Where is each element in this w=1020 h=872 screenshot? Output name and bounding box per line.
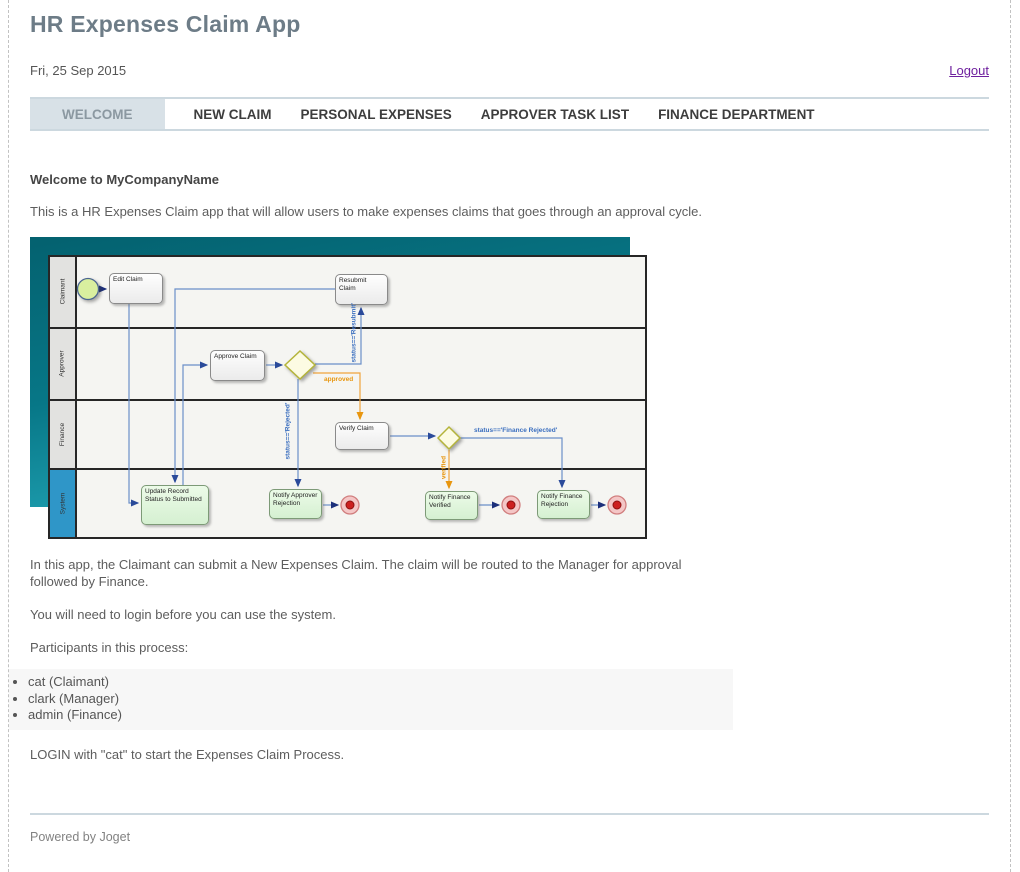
- task-verify-claim: Verify Claim: [335, 422, 389, 450]
- flow-label-status-rejected: status=='Rejected': [285, 404, 292, 460]
- intro-paragraph: This is a HR Expenses Claim app that wil…: [30, 203, 989, 220]
- meta-row: Fri, 25 Sep 2015 Logout: [30, 63, 989, 78]
- tab-approver-task-list[interactable]: APPROVER TASK LIST: [481, 99, 629, 129]
- flow-label-verified: verified: [441, 453, 448, 483]
- gateway-finance: [438, 427, 460, 449]
- gateway-approver: [285, 351, 315, 379]
- welcome-heading: Welcome to MyCompanyName: [30, 172, 989, 187]
- page-title: HR Expenses Claim App: [30, 0, 989, 38]
- participant-cat: cat (Claimant): [28, 674, 733, 691]
- process-diagram: Claimant Approver Finance System: [30, 237, 652, 540]
- end-event-3: [608, 496, 626, 514]
- end-event-2: [502, 496, 520, 514]
- participants-list: cat (Claimant) clark (Manager) admin (Fi…: [9, 669, 733, 730]
- tab-finance-department[interactable]: FINANCE DEPARTMENT: [658, 99, 815, 129]
- flow-label-finance-rejected: status=='Finance Rejected': [474, 427, 557, 434]
- flow-label-status-resubmit: status=='Resubmit': [351, 307, 358, 363]
- participants-heading: Participants in this process:: [30, 639, 989, 656]
- start-event: [78, 279, 99, 300]
- task-notify-approver-rejection: Notify Approver Rejection: [269, 489, 322, 519]
- tab-new-claim[interactable]: NEW CLAIM: [194, 99, 272, 129]
- login-note-paragraph: You will need to login before you can us…: [30, 606, 989, 623]
- participant-admin: admin (Finance): [28, 707, 733, 724]
- participant-clark: clark (Manager): [28, 691, 733, 708]
- tab-welcome[interactable]: WELCOME: [30, 99, 165, 129]
- page: HR Expenses Claim App Fri, 25 Sep 2015 L…: [8, 0, 1011, 872]
- footer-divider: [30, 813, 989, 815]
- task-approve-claim: Approve Claim: [210, 350, 265, 381]
- tab-personal-expenses[interactable]: PERSONAL EXPENSES: [301, 99, 452, 129]
- task-edit-claim: Edit Claim: [109, 273, 163, 304]
- end-event-1: [341, 496, 359, 514]
- flow-label-approved: approved: [324, 376, 353, 383]
- description-paragraph: In this app, the Claimant can submit a N…: [30, 556, 702, 590]
- login-instruction: LOGIN with "cat" to start the Expenses C…: [30, 746, 989, 763]
- task-resubmit-claim: Resubmit Claim: [335, 274, 388, 305]
- logout-link[interactable]: Logout: [949, 63, 989, 78]
- main-nav: WELCOME NEW CLAIM PERSONAL EXPENSES APPR…: [30, 97, 989, 131]
- task-notify-finance-rejection: Notify Finance Rejection: [537, 490, 590, 519]
- task-notify-finance-verified: Notify Finance Verified: [425, 491, 478, 520]
- powered-by: Powered by Joget: [30, 830, 989, 872]
- task-update-record-status: Update Record Status to Submitted: [141, 485, 209, 525]
- current-date: Fri, 25 Sep 2015: [30, 63, 126, 78]
